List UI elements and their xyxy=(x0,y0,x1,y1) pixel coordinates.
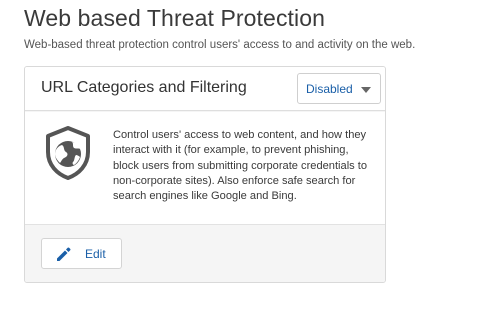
card-footer: Edit xyxy=(25,225,385,282)
edit-button[interactable]: Edit xyxy=(41,238,122,269)
shield-globe-icon xyxy=(46,126,90,180)
edit-label: Edit xyxy=(85,247,106,261)
page-title: Web based Threat Protection xyxy=(24,5,326,31)
card-description: Control users' access to web content, an… xyxy=(113,129,368,203)
card-body: Control users' access to web content, an… xyxy=(25,112,385,225)
card-header: URL Categories and Filtering Disabled xyxy=(25,67,385,111)
pencil-icon xyxy=(57,247,71,261)
status-value: Disabled xyxy=(306,82,353,96)
url-filtering-card: URL Categories and Filtering Disabled Co… xyxy=(24,66,386,283)
status-dropdown[interactable]: Disabled xyxy=(297,73,381,104)
card-title: URL Categories and Filtering xyxy=(41,79,247,96)
page-subtitle: Web-based threat protection control user… xyxy=(24,39,416,51)
page: Web based Threat Protection Web-based th… xyxy=(0,0,491,315)
caret-down-icon xyxy=(361,87,371,93)
